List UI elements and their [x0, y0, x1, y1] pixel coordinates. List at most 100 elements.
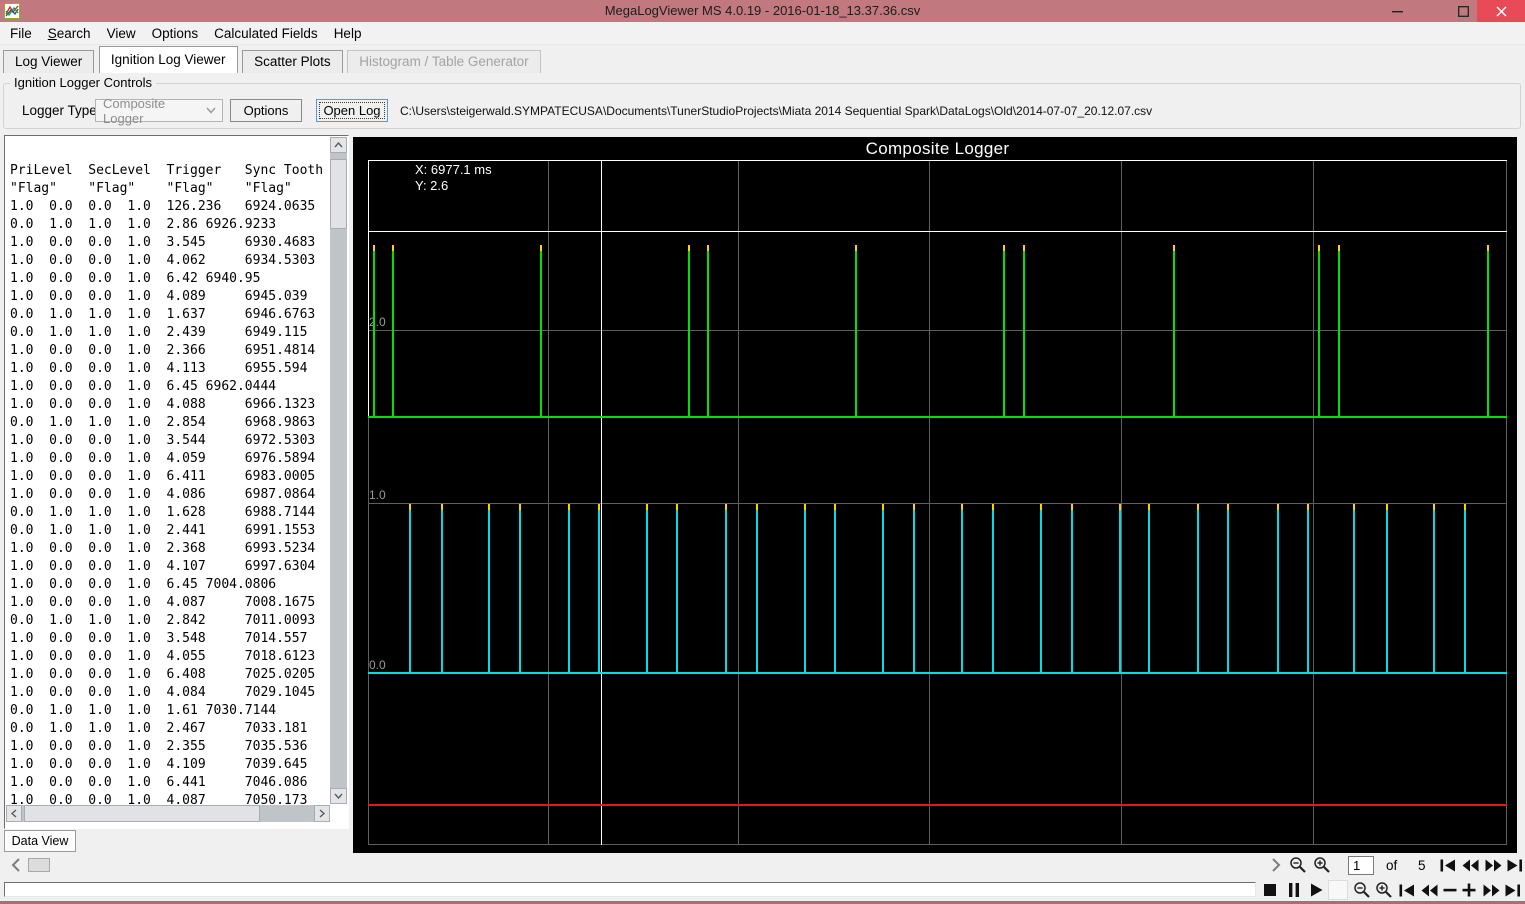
play-icon	[1310, 883, 1322, 897]
data-row: PriLevel SecLevel Trigger Sync Tooth	[10, 163, 324, 178]
title-bar: MegaLogViewer MS 4.0.19 - 2016-01-18_13.…	[0, 0, 1525, 22]
spike-primary-trigger	[1197, 504, 1199, 673]
spike-primary-trigger	[1433, 504, 1435, 673]
y-axis-label: 0.0	[369, 658, 386, 672]
spike-tip	[882, 504, 884, 510]
minimize-button[interactable]	[1380, 0, 1414, 22]
slower-button[interactable]	[1440, 880, 1460, 900]
data-row: 1.0 0.0 0.0 1.0 4.087 7008.1675	[10, 595, 316, 610]
zoom-out-x-button[interactable]	[1288, 855, 1308, 875]
spike-tip	[961, 504, 963, 510]
horizontal-scrollbar[interactable]	[6, 805, 330, 822]
rewind-icon	[1421, 884, 1437, 896]
chart-canvas[interactable]: Composite Logger X: 6977.1 ms Y: 2.6 2.0…	[353, 137, 1517, 853]
spike-tip	[441, 504, 443, 510]
playback-zoom-out-button[interactable]	[1352, 880, 1372, 900]
page-number-input[interactable]	[1348, 856, 1374, 875]
tab-scatter-plots[interactable]: Scatter Plots	[242, 50, 343, 73]
pan-left-button[interactable]	[6, 855, 26, 875]
fast-forward-icon	[1485, 859, 1501, 871]
open-log-button[interactable]: Open Log	[316, 99, 388, 122]
spike-secondary-trigger	[1318, 245, 1320, 417]
first-page-button[interactable]	[1438, 855, 1458, 875]
vertical-scrollbar[interactable]	[330, 137, 347, 804]
spike-primary-trigger	[488, 504, 490, 673]
step-forward-button[interactable]	[1481, 880, 1501, 900]
spike-primary-trigger	[1227, 504, 1229, 673]
options-button[interactable]: Options	[230, 99, 302, 122]
previous-page-button[interactable]	[1460, 855, 1480, 875]
data-row: 1.0 0.0 0.0 1.0 3.545 6930.4683	[10, 235, 316, 250]
total-pages: 5	[1418, 858, 1426, 873]
spike-tip	[1071, 504, 1073, 510]
spike-tip	[540, 245, 542, 251]
data-row: "Flag" "Flag" "Flag" "Flag"	[10, 181, 292, 196]
scroll-right-icon[interactable]	[314, 805, 330, 822]
spike-primary-trigger	[1148, 504, 1150, 673]
play-button[interactable]	[1306, 880, 1326, 900]
spike-tip	[1173, 245, 1175, 251]
page-of-label: of	[1386, 858, 1398, 873]
horizontal-scrollbar-thumb[interactable]	[24, 805, 260, 822]
chevron-down-icon	[206, 107, 216, 114]
menu-item-search[interactable]: Search	[40, 26, 99, 41]
stop-button[interactable]	[1260, 880, 1280, 900]
chart-title: Composite Logger	[865, 139, 1010, 158]
spike-secondary-trigger	[707, 245, 709, 417]
menu-item-file[interactable]: File	[2, 26, 40, 41]
spike-primary-trigger	[676, 504, 678, 673]
maximize-button[interactable]	[1446, 0, 1480, 22]
spike-primary-trigger	[1353, 504, 1355, 673]
tab-data-view[interactable]: Data View	[4, 830, 76, 852]
pan-scrollbar-thumb[interactable]	[28, 858, 50, 872]
faster-button[interactable]	[1459, 880, 1479, 900]
close-button[interactable]	[1477, 0, 1525, 22]
playback-progress-bar[interactable]	[4, 882, 1256, 897]
data-row: 1.0 0.0 0.0 1.0 6.42 6940.95	[10, 271, 261, 286]
pause-button[interactable]	[1284, 880, 1304, 900]
tab-ignition-log-viewer[interactable]: Ignition Log Viewer	[98, 46, 238, 73]
logger-type-select[interactable]: Composite Logger	[95, 96, 223, 126]
logger-type-value: Composite Logger	[103, 95, 166, 126]
stop-icon	[1264, 884, 1276, 896]
spike-primary-trigger	[519, 504, 521, 673]
playback-zoom-in-button[interactable]	[1374, 880, 1394, 900]
zoom-in-x-button[interactable]	[1312, 855, 1332, 875]
chevron-left-icon	[11, 858, 20, 872]
spike-primary-trigger	[1040, 504, 1042, 673]
data-row: 1.0 0.0 0.0 1.0 6.408 7025.0205	[10, 667, 316, 682]
maximize-icon	[1457, 5, 1469, 17]
last-page-button[interactable]	[1505, 855, 1525, 875]
data-row: 1.0 0.0 0.0 1.0 3.548 7014.557	[10, 631, 308, 646]
menu-item-options[interactable]: Options	[144, 26, 207, 41]
data-row: 0.0 1.0 1.0 1.0 2.86 6926.9233	[10, 217, 277, 232]
vertical-scrollbar-thumb[interactable]	[330, 159, 347, 229]
menu-item-help[interactable]: Help	[326, 26, 370, 41]
step-back-button[interactable]	[1419, 880, 1439, 900]
data-view-text: PriLevel SecLevel Trigger Sync Tooth "Fla…	[10, 162, 328, 810]
skip-to-end-button[interactable]	[1503, 880, 1523, 900]
spike-tip	[568, 504, 570, 510]
spike-secondary-trigger	[1487, 245, 1489, 417]
spike-primary-trigger	[913, 504, 915, 673]
data-row: 1.0 0.0 0.0 1.0 2.366 6951.4814	[10, 343, 316, 358]
spike-secondary-trigger	[373, 245, 375, 417]
skip-to-start-button[interactable]	[1397, 880, 1417, 900]
data-row: 0.0 1.0 1.0 1.0 1.61 7030.7144	[10, 703, 277, 718]
scroll-down-icon[interactable]	[330, 788, 347, 804]
menu-item-view[interactable]: View	[99, 26, 144, 41]
data-row: 1.0 0.0 0.0 1.0 4.084 7029.1045	[10, 685, 316, 700]
scroll-up-icon[interactable]	[330, 137, 347, 153]
skip-last-icon	[1507, 859, 1522, 871]
tab-log-viewer[interactable]: Log Viewer	[3, 50, 95, 73]
scroll-left-icon[interactable]	[6, 805, 22, 822]
next-page-button[interactable]	[1483, 855, 1503, 875]
spike-secondary-trigger	[1173, 245, 1175, 417]
data-row: 1.0 0.0 0.0 1.0 2.368 6993.5234	[10, 541, 316, 556]
data-panel: PriLevel SecLevel Trigger Sync Tooth "Fla…	[4, 135, 349, 829]
speed-indicator	[1328, 880, 1348, 900]
spike-tip	[834, 504, 836, 510]
pan-right-button[interactable]	[1266, 855, 1286, 875]
spike-tip	[373, 245, 375, 251]
menu-item-calculated-fields[interactable]: Calculated Fields	[206, 26, 326, 41]
